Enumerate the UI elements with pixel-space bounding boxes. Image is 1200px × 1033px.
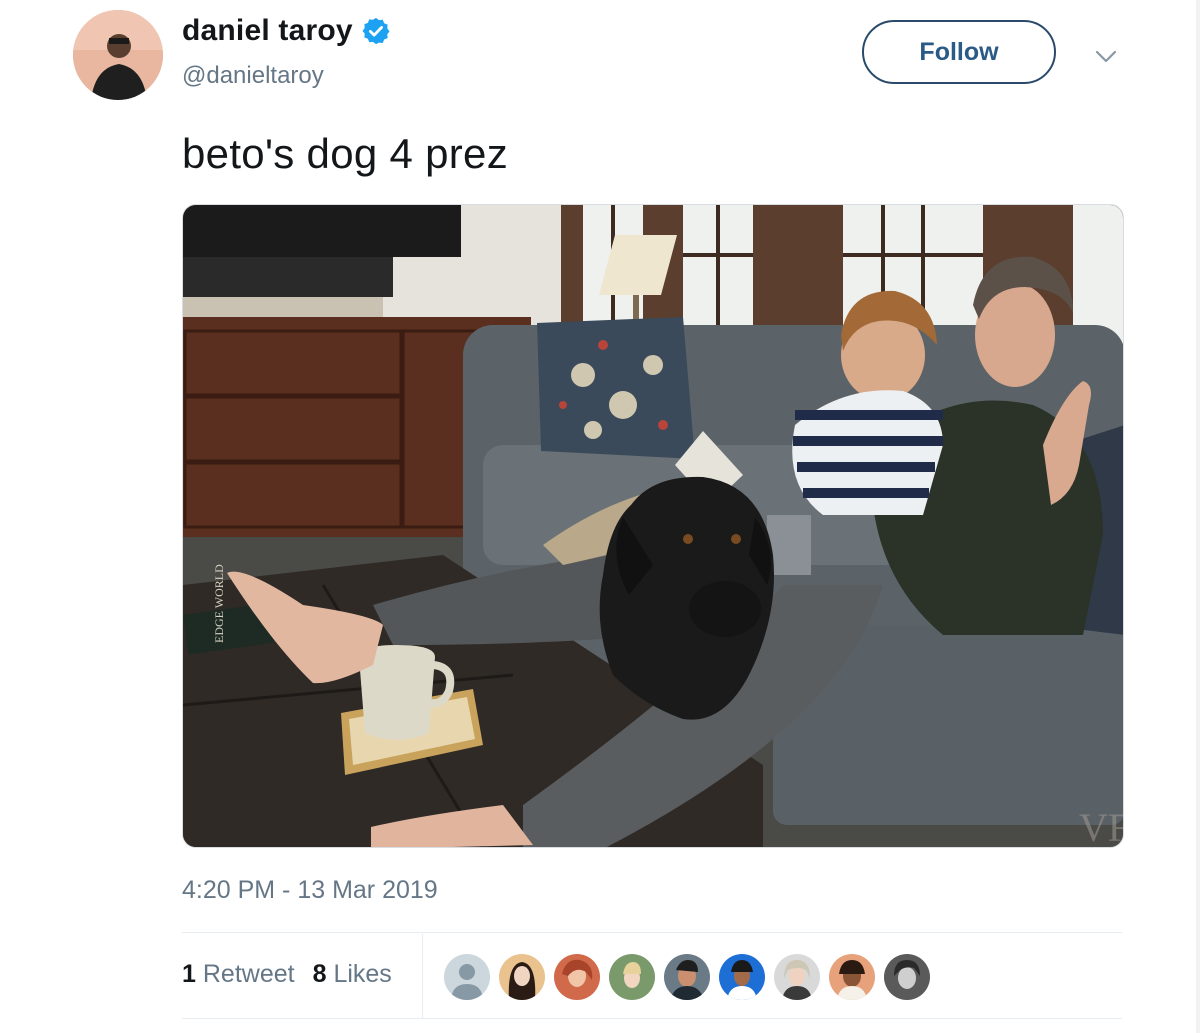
tweet-stats: 1 Retweet 8 Likes [182, 960, 392, 989]
liker-avatar[interactable] [884, 954, 930, 1000]
divider [182, 1018, 1122, 1019]
liker-avatar[interactable] [829, 954, 875, 1000]
page-edge [1196, 0, 1200, 1033]
liker-avatars [444, 954, 930, 1000]
follow-button[interactable]: Follow [862, 20, 1056, 84]
liker-avatar[interactable] [609, 954, 655, 1000]
likes-stat[interactable]: 8 Likes [313, 960, 392, 989]
liker-avatar[interactable] [719, 954, 765, 1000]
likes-count: 8 [312, 960, 327, 988]
retweet-count: 1 [182, 960, 196, 988]
tweet-timestamp[interactable]: 4:20 PM - 13 Mar 2019 [182, 876, 438, 905]
book-title: EDGE WORLD [212, 564, 226, 643]
liker-avatar[interactable] [774, 954, 820, 1000]
liker-avatar[interactable] [664, 954, 710, 1000]
liker-avatar[interactable] [499, 954, 545, 1000]
liker-avatar[interactable] [444, 954, 490, 1000]
liker-avatar[interactable] [554, 954, 600, 1000]
retweet-stat[interactable]: 1 Retweet [182, 960, 295, 989]
tweet-text: beto's dog 4 prez [182, 130, 509, 177]
chevron-down-icon[interactable] [1094, 44, 1118, 68]
author-avatar[interactable] [73, 10, 163, 100]
verified-badge-icon [361, 16, 391, 46]
divider [182, 932, 1122, 933]
tweet-photo[interactable]: EDGE WORLD V [182, 204, 1124, 848]
tweet-card: daniel taroy @danieltaroy Follow beto's … [0, 0, 1200, 1033]
author-handle[interactable]: @danieltaroy [182, 62, 324, 90]
stats-separator [422, 934, 423, 1018]
retweet-label: Retweet [202, 960, 295, 988]
likes-label: Likes [333, 960, 392, 988]
photo-watermark: VF [1079, 805, 1124, 848]
author-display-name[interactable]: daniel taroy [182, 14, 353, 48]
